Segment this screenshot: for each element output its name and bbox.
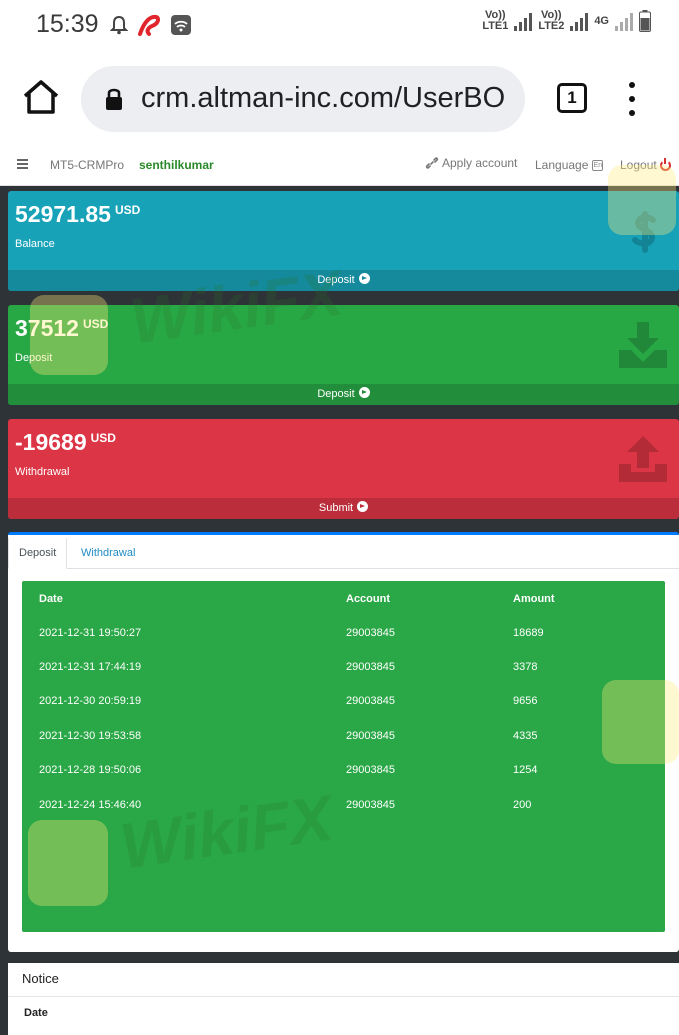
transactions-panel: Deposit Withdrawal Date Account Amount 2… — [8, 532, 679, 952]
balance-card: 52971.85 USD Balance Deposit — [8, 191, 679, 291]
signal-icon — [514, 11, 533, 31]
withdrawal-card: -19689 USD Withdrawal Submit — [8, 419, 679, 519]
brand-link[interactable]: MT5-CRMPro — [50, 158, 124, 172]
link-icon — [425, 157, 439, 169]
balance-deposit-button[interactable]: Deposit — [8, 270, 679, 291]
balance-label: Balance — [15, 238, 55, 250]
browser-toolbar: crm.altman-inc.com/UserBO 1 — [0, 52, 679, 146]
sim2-label: Vo)) LTE2 — [538, 9, 565, 32]
language-label: Language — [535, 158, 589, 172]
menu-toggle-icon[interactable] — [17, 159, 28, 169]
lock-icon[interactable] — [105, 87, 123, 111]
site-navbar: MT5-CRMPro senthilkumar Apply account La… — [0, 146, 679, 186]
cell-amount: 4335 — [513, 730, 538, 742]
cell-account: 29003845 — [346, 661, 395, 673]
cell-date: 2021-12-30 20:59:19 — [39, 695, 142, 707]
deposit-label: Deposit — [15, 352, 53, 364]
cell-account: 29003845 — [346, 730, 395, 742]
tab-bar: Deposit Withdrawal — [8, 538, 679, 569]
cell-date: 2021-12-31 19:50:27 — [39, 627, 142, 639]
signal-icon — [615, 11, 633, 31]
withdrawal-amount: -19689 USD — [15, 429, 116, 455]
download-icon — [619, 322, 667, 368]
notice-panel: Notice Date — [8, 963, 679, 1035]
cell-account: 29003845 — [346, 799, 395, 811]
table-row: 2021-12-31 19:50:27 29003845 18689 — [22, 627, 665, 647]
arrow-circle-right-icon — [358, 387, 370, 398]
withdrawal-label: Withdrawal — [15, 466, 70, 478]
logout-label: Logout — [620, 158, 657, 172]
currency-label: USD — [114, 203, 141, 217]
overflow-menu-icon[interactable] — [627, 82, 637, 116]
status-bar: 15:39 Vo)) LTE1 Vo)) LTE2 4G — [0, 0, 679, 52]
column-header-account: Account — [346, 593, 390, 605]
signal-icon — [570, 11, 589, 31]
power-icon — [659, 157, 671, 171]
wifi-icon — [171, 15, 191, 35]
network-indicators: Vo)) LTE1 Vo)) LTE2 4G — [482, 10, 651, 32]
cell-amount: 1254 — [513, 764, 538, 776]
notification-icons — [110, 12, 192, 38]
cell-date: 2021-12-24 15:46:40 — [39, 799, 142, 811]
apply-account-label: Apply account — [442, 156, 518, 170]
cell-date: 2021-12-30 19:53:58 — [39, 730, 142, 742]
deposit-card: 37512 USD Deposit Deposit — [8, 305, 679, 405]
home-icon[interactable] — [22, 79, 60, 115]
sim1-label: Vo)) LTE1 — [482, 9, 509, 32]
tab-switcher-button[interactable]: 1 — [557, 83, 587, 113]
table-row: 2021-12-30 19:53:58 29003845 4335 — [22, 730, 665, 750]
cell-amount: 3378 — [513, 661, 538, 673]
cell-date: 2021-12-31 17:44:19 — [39, 661, 142, 673]
notice-title: Notice — [22, 971, 59, 986]
table-row: 2021-12-31 17:44:19 29003845 3378 — [22, 661, 665, 681]
table-row: 2021-12-28 19:50:06 29003845 1254 — [22, 764, 665, 784]
language-icon: En — [592, 159, 604, 171]
logout-link[interactable]: Logout — [620, 157, 671, 172]
divider — [8, 996, 679, 997]
cell-date: 2021-12-28 19:50:06 — [39, 764, 142, 776]
balance-amount: 52971.85 USD — [15, 201, 141, 227]
apply-account-link[interactable]: Apply account — [425, 156, 517, 170]
network-type: 4G — [594, 14, 609, 27]
table-row: 2021-12-24 15:46:40 29003845 200 — [22, 799, 665, 819]
cell-amount: 18689 — [513, 627, 544, 639]
clock: 15:39 — [36, 10, 99, 38]
airtel-icon — [138, 14, 161, 36]
cell-amount: 9656 — [513, 695, 538, 707]
address-bar[interactable]: crm.altman-inc.com/UserBO — [81, 66, 525, 132]
url-text[interactable]: crm.altman-inc.com/UserBO — [141, 82, 511, 115]
deposit-table: Date Account Amount 2021-12-31 19:50:27 … — [22, 581, 665, 932]
withdrawal-submit-button[interactable]: Submit — [8, 498, 679, 519]
arrow-circle-right-icon — [357, 501, 369, 512]
cell-amount: 200 — [513, 799, 532, 811]
tab-deposit[interactable]: Deposit — [8, 538, 68, 569]
cell-account: 29003845 — [346, 627, 395, 639]
column-header-amount: Amount — [513, 593, 555, 605]
dollar-icon — [632, 211, 656, 253]
deposit-button[interactable]: Deposit — [8, 384, 679, 405]
username-link[interactable]: senthilkumar — [139, 158, 214, 172]
tab-withdrawal[interactable]: Withdrawal — [71, 538, 145, 569]
column-header-date: Date — [39, 593, 63, 605]
bell-icon — [110, 15, 128, 35]
currency-label: USD — [90, 431, 116, 445]
deposit-amount: 37512 USD — [15, 315, 109, 341]
cell-account: 29003845 — [346, 764, 395, 776]
cell-account: 29003845 — [346, 695, 395, 707]
battery-icon — [639, 10, 651, 32]
upload-icon — [619, 436, 667, 482]
language-selector[interactable]: Language En — [535, 158, 604, 172]
notice-column-header-date: Date — [24, 1007, 48, 1019]
arrow-circle-right-icon — [358, 273, 370, 284]
table-row: 2021-12-30 20:59:19 29003845 9656 — [22, 695, 665, 715]
currency-label: USD — [82, 317, 109, 331]
